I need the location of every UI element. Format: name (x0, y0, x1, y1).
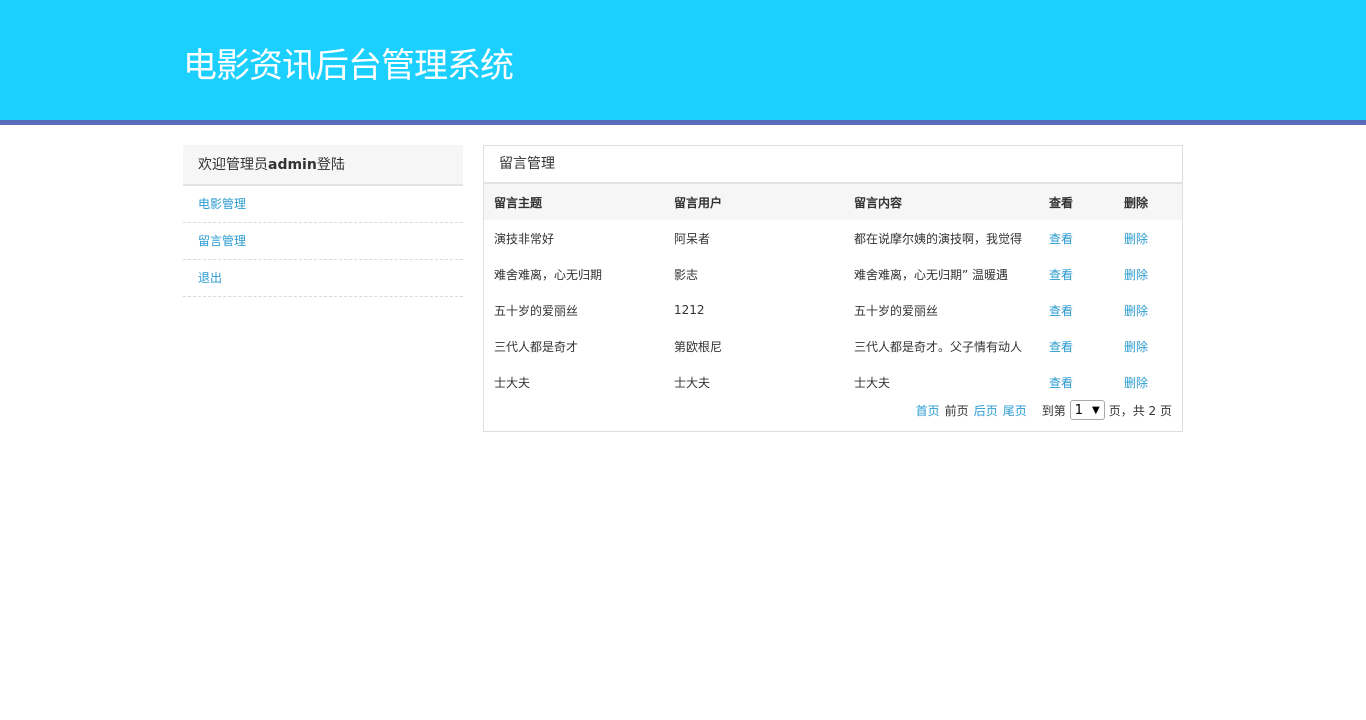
view-link[interactable]: 查看 (1039, 292, 1114, 328)
prev-page-label: 前页 (944, 403, 969, 418)
column-header-subject: 留言主题 (494, 195, 543, 210)
cell-content: 五十岁的爱丽丝 (854, 303, 939, 318)
message-table: 留言主题 留言用户 留言内容 查看 删除 演技非常好 阿呆者 都在说摩尔姨的演技… (484, 184, 1182, 400)
cell-subject: 三代人都是奇才 (494, 339, 579, 354)
cell-user: 阿呆者 (674, 231, 711, 246)
goto-suffix: 页，共 2 页 (1108, 403, 1172, 418)
cell-user: 影志 (674, 267, 699, 282)
sidebar-item-message-management[interactable]: 留言管理 (183, 223, 463, 260)
delete-link[interactable]: 删除 (1114, 292, 1182, 328)
last-page-link[interactable]: 尾页 (1003, 402, 1027, 419)
cell-content: 都在说摩尔姨的演技啊，我觉得 (854, 231, 1023, 246)
sidebar-item-logout[interactable]: 退出 (183, 260, 463, 297)
column-header-delete: 删除 (1124, 195, 1149, 210)
table-row: 五十岁的爱丽丝 1212 五十岁的爱丽丝 查看 删除 (484, 292, 1182, 328)
cell-content: 三代人都是奇才。父子情有动人 (854, 339, 1023, 354)
cell-subject: 难舍难离，心无归期 (494, 267, 603, 282)
panel-title: 留言管理 (484, 146, 1182, 184)
delete-link[interactable]: 删除 (1114, 256, 1182, 292)
column-header-user: 留言用户 (674, 195, 723, 210)
delete-link[interactable]: 删除 (1114, 220, 1182, 256)
header-bar: 电影资讯后台管理系统 (0, 0, 1366, 120)
cell-user: 士大夫 (674, 375, 711, 390)
table-row: 难舍难离，心无归期 影志 难舍难离，心无归期” 温暖遇 查看 删除 (484, 256, 1182, 292)
welcome-username: admin (268, 157, 317, 173)
view-link[interactable]: 查看 (1039, 220, 1114, 256)
header-divider (0, 120, 1366, 125)
first-page-link[interactable]: 首页 (916, 402, 940, 419)
chevron-down-icon: ▼ (1092, 404, 1100, 416)
view-link[interactable]: 查看 (1039, 256, 1114, 292)
page-select-value: 1 (1074, 402, 1084, 418)
welcome-prefix: 欢迎管理员 (198, 157, 268, 173)
delete-link[interactable]: 删除 (1114, 328, 1182, 364)
view-link[interactable]: 查看 (1039, 328, 1114, 364)
site-title: 电影资讯后台管理系统 (183, 46, 514, 86)
column-header-content: 留言内容 (854, 195, 903, 210)
sidebar-item-movie-management[interactable]: 电影管理 (183, 186, 463, 223)
pagination: 首页 前页 后页 尾页 到第 1 ▼ 页，共 2 页 (916, 400, 1172, 420)
cell-subject: 演技非常好 (494, 231, 555, 246)
page-select[interactable]: 1 ▼ (1069, 400, 1105, 420)
delete-link[interactable]: 删除 (1114, 364, 1182, 400)
view-link[interactable]: 查看 (1039, 364, 1114, 400)
cell-subject: 士大夫 (494, 375, 531, 390)
cell-subject: 五十岁的爱丽丝 (494, 303, 579, 318)
cell-content: 难舍难离，心无归期” 温暖遇 (854, 267, 1009, 282)
message-panel: 留言管理 留言主题 留言用户 留言内容 查看 删除 演技非常好 阿呆者 都在说摩… (483, 145, 1183, 432)
sidebar: 欢迎管理员admin登陆 电影管理 留言管理 退出 (183, 145, 463, 297)
column-header-view: 查看 (1049, 195, 1074, 210)
cell-content: 士大夫 (854, 375, 891, 390)
cell-user: 1212 (674, 303, 705, 317)
goto-prefix: 到第 (1041, 403, 1066, 418)
table-row: 士大夫 士大夫 士大夫 查看 删除 (484, 364, 1182, 400)
table-row: 三代人都是奇才 第欧根尼 三代人都是奇才。父子情有动人 查看 删除 (484, 328, 1182, 364)
next-page-link[interactable]: 后页 (974, 402, 998, 419)
cell-user: 第欧根尼 (674, 339, 723, 354)
table-row: 演技非常好 阿呆者 都在说摩尔姨的演技啊，我觉得 查看 删除 (484, 220, 1182, 256)
welcome-message: 欢迎管理员admin登陆 (183, 145, 463, 186)
table-header-row: 留言主题 留言用户 留言内容 查看 删除 (484, 184, 1182, 220)
welcome-suffix: 登陆 (316, 157, 345, 173)
